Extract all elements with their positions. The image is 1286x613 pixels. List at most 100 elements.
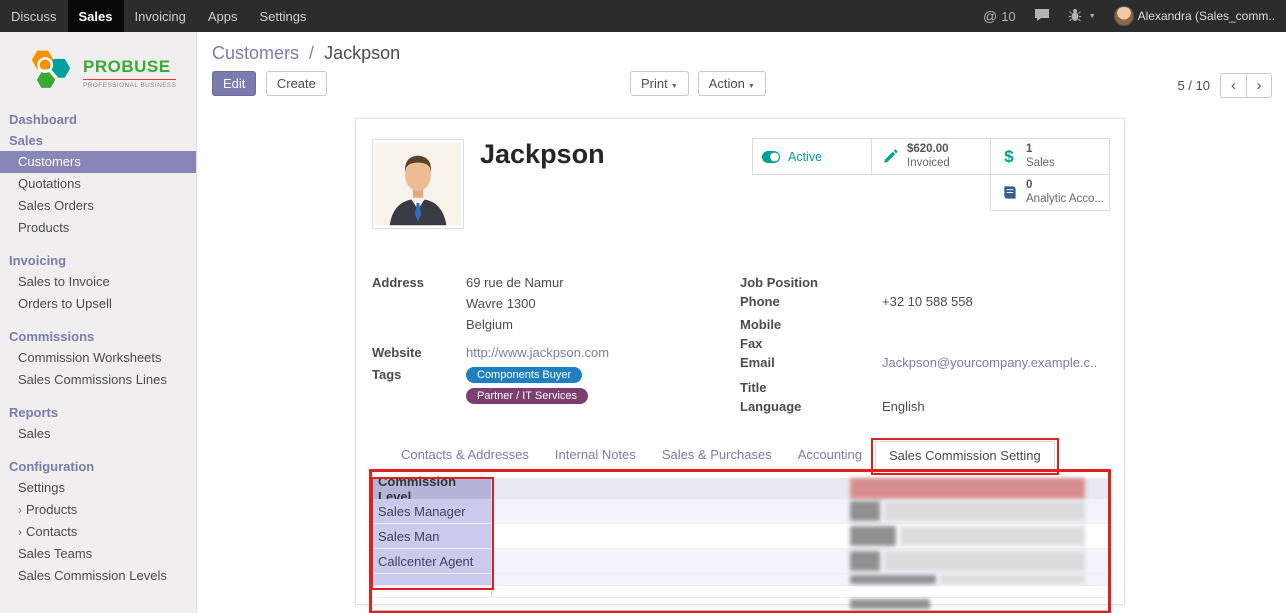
address-line: 69 rue de Namur [466, 275, 564, 290]
debug-menu-button[interactable]: ▼ [1059, 0, 1105, 32]
print-dropdown[interactable]: Print▼ [630, 71, 689, 96]
sidebar-item-commission-worksheets[interactable]: Commission Worksheets [0, 347, 196, 369]
email-link[interactable]: Jackpson@yourcompany.example.c.. [882, 355, 1097, 370]
stat-sales-label: Sales [1026, 157, 1055, 171]
sidebar-header-dashboard[interactable]: Dashboard [0, 109, 196, 130]
sidebar-item-sales-to-invoice[interactable]: Sales to Invoice [0, 271, 196, 293]
tag-components-buyer[interactable]: Components Buyer [466, 367, 582, 383]
customer-photo[interactable] [372, 139, 464, 229]
chat-icon [1034, 8, 1050, 25]
commission-row-sales-manager[interactable]: Sales Manager [372, 499, 1108, 524]
commission-level-cell[interactable]: Sales Man [372, 524, 492, 548]
tab-accounting[interactable]: Accounting [785, 441, 875, 470]
sidebar-item-quotations[interactable]: Quotations [0, 173, 196, 195]
logo-subtitle: PROFESSIONAL BUSINESS [83, 79, 176, 89]
sidebar-item-sales-commissions-lines[interactable]: Sales Commissions Lines [0, 369, 196, 391]
probuse-logo[interactable]: PROBUSE PROFESSIONAL BUSINESS [0, 32, 196, 109]
breadcrumb-current: Jackpson [324, 43, 400, 63]
language-label: Language [740, 399, 882, 414]
pager-prev-button[interactable]: ‹ [1220, 73, 1246, 98]
redacted-footer-cell [492, 598, 1108, 610]
commission-level-cell[interactable]: Callcenter Agent [372, 549, 492, 573]
commission-table-footer-row [372, 598, 1108, 611]
website-link[interactable]: http://www.jackpson.com [466, 345, 609, 360]
language-value[interactable]: English [882, 399, 925, 414]
fax-label: Fax [740, 336, 882, 351]
commission-level-cell[interactable]: Sales Manager [372, 499, 492, 523]
address-value[interactable]: 69 rue de Namur Wavre 1300 Belgium [466, 275, 564, 338]
redacted-content [850, 575, 936, 584]
tab-internal-notes[interactable]: Internal Notes [542, 441, 649, 470]
redacted-content [850, 478, 1085, 499]
sidebar-header-configuration[interactable]: Configuration [0, 456, 196, 477]
commission-table: Commission Level Sales Manager Sales Man [372, 478, 1108, 611]
menu-discuss[interactable]: Discuss [0, 0, 68, 32]
sidebar-item-sales-teams[interactable]: Sales Teams [0, 543, 196, 565]
phone-value[interactable]: +32 10 588 558 [882, 294, 973, 309]
tag-partner-it-services[interactable]: Partner / IT Services [466, 388, 588, 404]
sidebar-item-label: Contacts [26, 524, 77, 539]
action-dropdown[interactable]: Action▼ [698, 71, 766, 96]
menu-sales[interactable]: Sales [68, 0, 124, 32]
sidebar-item-label: Products [26, 502, 77, 517]
breadcrumb-customers-link[interactable]: Customers [212, 43, 299, 63]
user-menu[interactable]: Alexandra (Sales_comm.. [1105, 0, 1284, 32]
tab-label: Sales Commission Setting [889, 448, 1041, 463]
sidebar-header-reports[interactable]: Reports [0, 402, 196, 423]
stat-analytic-button[interactable]: 0 Analytic Acco... [990, 174, 1110, 211]
book-icon [999, 185, 1019, 200]
menu-settings[interactable]: Settings [248, 0, 317, 32]
breadcrumb-separator: / [309, 43, 314, 63]
tab-sales-commission-setting[interactable]: Sales Commission Setting [875, 441, 1055, 471]
commission-row-callcenter-agent[interactable]: Callcenter Agent [372, 549, 1108, 574]
tab-contacts-addresses[interactable]: Contacts & Addresses [388, 441, 542, 470]
sidebar-item-products[interactable]: Products [0, 217, 196, 239]
redacted-content [940, 575, 1085, 584]
footer-cell [372, 598, 492, 610]
notebook-tabs: Contacts & Addresses Internal Notes Sale… [372, 441, 1108, 471]
sidebar-item-customers[interactable]: Customers [0, 151, 196, 173]
sidebar-item-config-products[interactable]: › Products [0, 499, 196, 521]
logo-title: PROBUSE [83, 57, 176, 77]
redacted-content [884, 501, 1085, 521]
sidebar-item-orders-to-upsell[interactable]: Orders to Upsell [0, 293, 196, 315]
stat-invoiced-button[interactable]: $620.00 Invoiced [871, 138, 991, 175]
menu-apps[interactable]: Apps [197, 0, 249, 32]
chevron-right-icon: › [18, 503, 22, 517]
sidebar-item-sales-commission-levels[interactable]: Sales Commission Levels [0, 565, 196, 587]
redacted-content [850, 501, 880, 521]
sidebar-header-commissions[interactable]: Commissions [0, 326, 196, 347]
pencil-icon [880, 149, 900, 164]
edit-button[interactable]: Edit [212, 71, 256, 96]
commission-row-empty[interactable] [372, 574, 1108, 586]
sidebar-item-sales-orders[interactable]: Sales Orders [0, 195, 196, 217]
mention-count: 10 [1001, 9, 1015, 24]
menu-invoicing[interactable]: Invoicing [124, 0, 197, 32]
stat-sales-button[interactable]: $ 1 Sales [990, 138, 1110, 175]
sidebar-header-invoicing[interactable]: Invoicing [0, 250, 196, 271]
commission-row-empty[interactable] [372, 586, 1108, 598]
pager-value: 5 / 10 [1177, 78, 1210, 93]
sidebar-item-reports-sales[interactable]: Sales [0, 423, 196, 445]
sidebar-item-config-contacts[interactable]: ›Contacts [0, 521, 196, 543]
fields-right-column: Job Position Phone +32 10 588 558 Mobile… [740, 275, 1108, 425]
probuse-logo-text: PROBUSE PROFESSIONAL BUSINESS [83, 57, 176, 89]
mentions-button[interactable]: @ 10 [974, 0, 1025, 32]
pager-next-button[interactable]: › [1246, 73, 1272, 98]
sidebar-header-sales[interactable]: Sales [0, 130, 196, 151]
sidebar-item-settings[interactable]: Settings [0, 477, 196, 499]
pager-buttons: ‹ › [1220, 73, 1272, 98]
stat-active-button[interactable]: Active [752, 138, 872, 175]
create-button[interactable]: Create [266, 71, 327, 96]
user-name: Alexandra (Sales_comm.. [1138, 9, 1275, 23]
tab-sales-purchases[interactable]: Sales & Purchases [649, 441, 785, 470]
redacted-content [850, 551, 880, 571]
commission-row-sales-man[interactable]: Sales Man [372, 524, 1108, 549]
redacted-content [850, 526, 896, 546]
redacted-cell [492, 524, 1108, 548]
phone-label: Phone [740, 294, 882, 309]
redacted-cell [492, 499, 1108, 523]
messages-button[interactable] [1025, 0, 1059, 32]
stat-active-label: Active [788, 150, 822, 164]
commission-level-column-header[interactable]: Commission Level [372, 478, 492, 499]
